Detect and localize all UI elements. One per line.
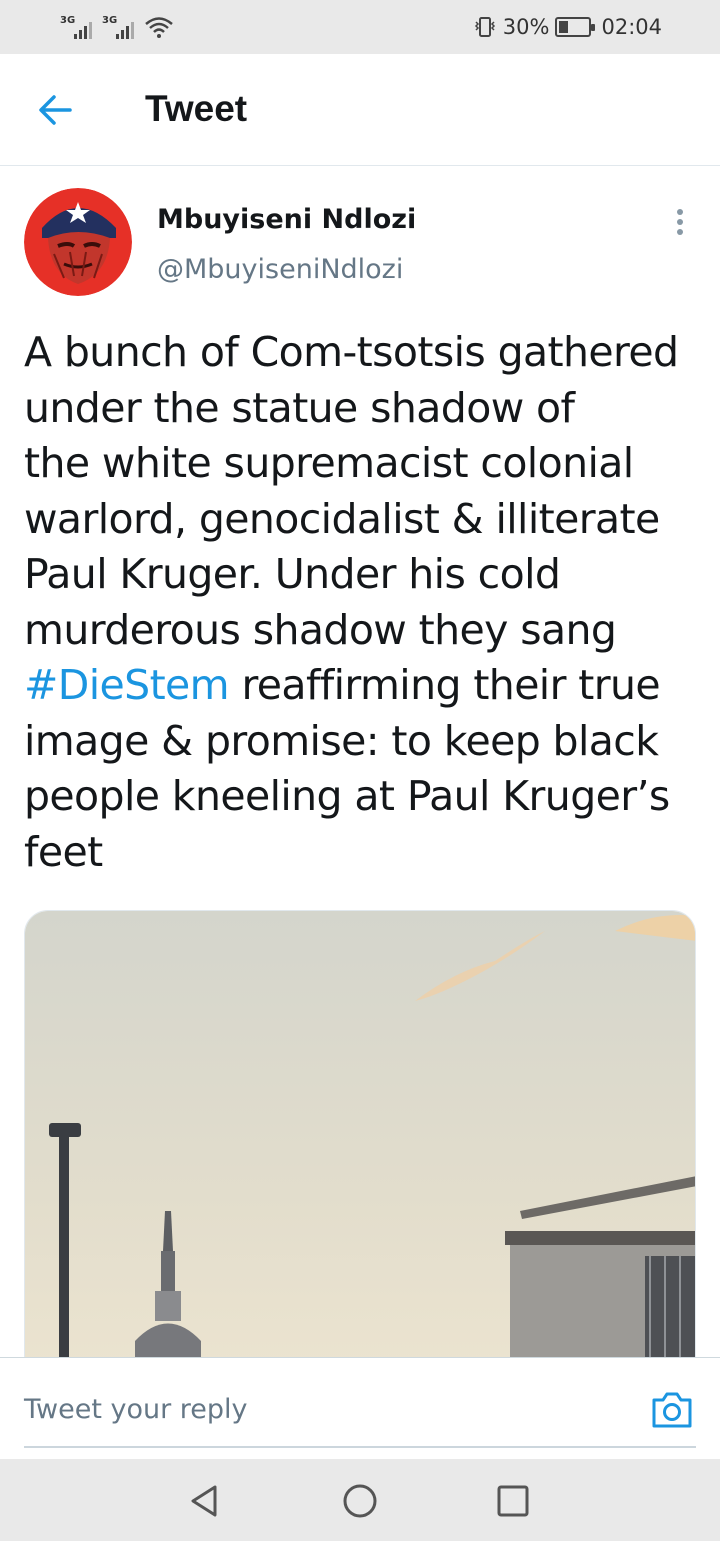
reply-bar: Tweet your reply [0,1357,720,1459]
tweet-media-image[interactable] [24,910,696,1380]
author-handle[interactable]: @MbuyiseniNdlozi [157,254,403,285]
status-bar: 3G 3G 30% 02:04 [0,0,720,54]
tweet-text-line: feet [24,827,103,876]
square-recents-icon[interactable] [493,1481,533,1521]
hashtag-link[interactable]: #DieStem [24,661,230,709]
reply-underline [24,1446,696,1448]
tweet-text-fragment: reaffirming their true [241,661,661,709]
more-vertical-icon[interactable] [668,206,692,238]
status-left: 3G 3G [60,12,174,42]
clock: 02:04 [601,15,662,39]
tweet-text-line: people kneeling at Paul Kruger’s [24,772,670,820]
avatar[interactable] [24,188,132,296]
top-app-bar: Tweet [0,54,720,166]
circle-home-icon[interactable] [340,1481,380,1521]
tweet-text-line: the white supremacist colonial [24,439,634,487]
status-right: 30% 02:04 [473,12,662,42]
signal-strength-icon: 3G [60,15,92,39]
battery-level [559,21,568,33]
tweet-text-line: A bunch of Com-tsotsis gathered [24,328,679,376]
tweet-text-line: #DieStem reaffirming their true [24,658,704,714]
battery-percent: 30% [502,15,550,39]
reply-input[interactable]: Tweet your reply [24,1394,248,1425]
network-type-label: 3G [102,15,118,26]
vibrate-icon [474,17,495,37]
battery-icon [555,17,596,37]
system-navigation-bar [0,1459,720,1541]
tweet-text-line: warlord, genocidalist & illiterate [24,494,660,543]
tweet-text-line: murderous shadow they sang [24,605,617,654]
tweet-text-line: under the statue shadow of [24,383,575,432]
network-type-label: 3G [60,15,76,26]
camera-icon[interactable] [650,1390,694,1430]
tweet-text-line: Paul Kruger. Under his cold [24,550,561,598]
signal-strength-icon: 3G [102,15,134,39]
tweet-text-line: image & promise: to keep black [24,716,659,765]
wifi-icon [145,17,173,38]
arrow-left-icon[interactable] [34,90,76,130]
page-title: Tweet [145,88,248,129]
tweet-text: A bunch of Com-tsotsis gathered under th… [24,325,704,880]
author-name[interactable]: Mbuyiseni Ndlozi [157,204,416,235]
triangle-back-icon[interactable] [185,1481,225,1521]
